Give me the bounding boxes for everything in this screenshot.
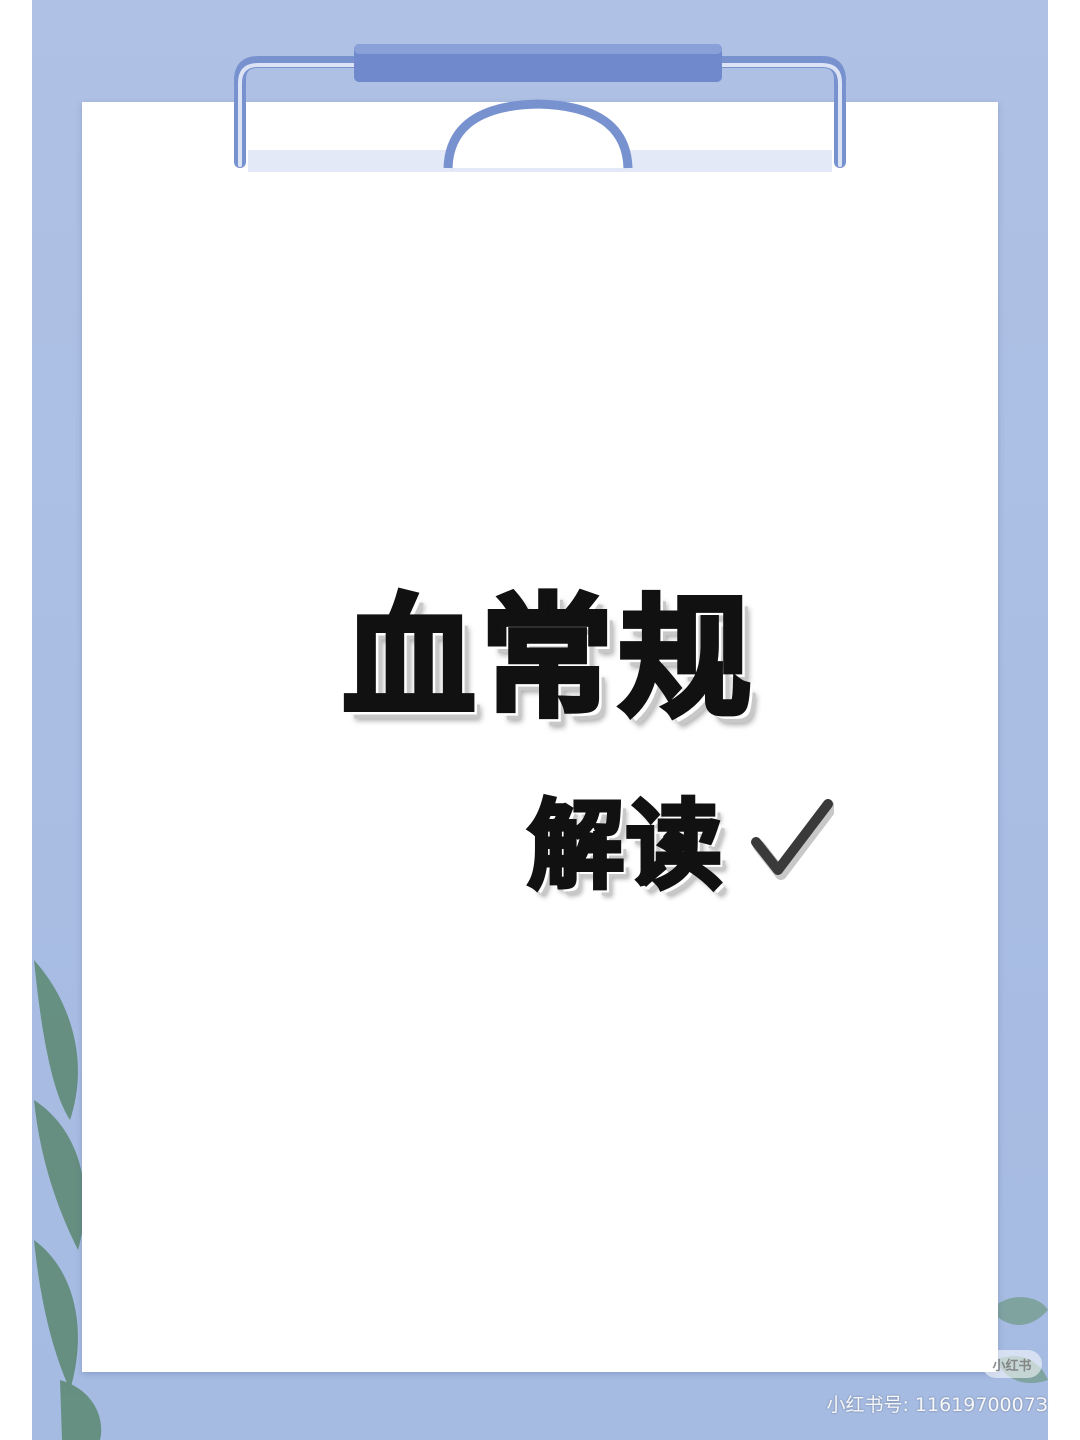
- watermark-badge: 小红书: [982, 1350, 1042, 1378]
- cover-subtitle: 解读: [526, 787, 724, 904]
- watermark-user-id: 小红书号: 1161970007З: [826, 1393, 1048, 1416]
- checkmark-icon: [751, 799, 834, 880]
- cover-title: 血常规: [341, 578, 757, 738]
- clipboard-clip: [234, 44, 846, 172]
